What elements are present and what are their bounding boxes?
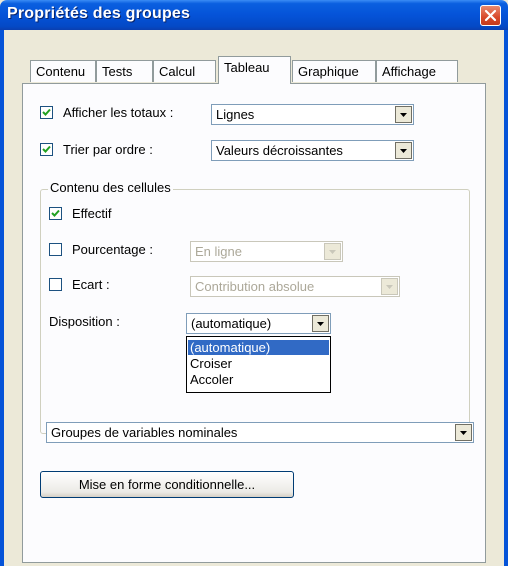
select-value: En ligne <box>195 244 242 259</box>
chevron-down-icon <box>460 431 467 435</box>
cell-content-group <box>40 189 470 434</box>
select-value: Lignes <box>216 107 255 122</box>
tab-label: Tests <box>102 64 133 79</box>
select-value: Valeurs décroissantes <box>216 143 343 158</box>
ecart-label: Ecart : <box>72 277 110 292</box>
tab-affichage[interactable]: Affichage <box>376 60 458 82</box>
disposition-dropdown-list: (automatique) Croiser Accoler <box>186 336 331 393</box>
dropdown-option-accoler[interactable]: Accoler <box>188 372 329 387</box>
afficher-totaux-select[interactable]: Lignes <box>211 104 414 125</box>
chevron-down-icon <box>400 149 407 153</box>
check-icon <box>51 209 60 217</box>
tab-calcul[interactable]: Calcul <box>153 60 216 82</box>
select-arrow-button[interactable] <box>324 243 341 260</box>
effectif-checkbox[interactable] <box>49 207 62 220</box>
dropdown-option-automatique[interactable]: (automatique) <box>188 340 329 355</box>
check-icon <box>42 108 51 116</box>
tab-label: Calcul <box>159 64 196 79</box>
tab-label: Graphique <box>298 64 359 79</box>
tab-label: Affichage <box>382 64 436 79</box>
select-arrow-button[interactable] <box>395 142 412 159</box>
pourcentage-label: Pourcentage : <box>72 242 153 257</box>
conditional-format-button[interactable]: Mise en forme conditionnelle... <box>40 471 294 498</box>
select-value: (automatique) <box>191 316 272 331</box>
dropdown-option-croiser[interactable]: Croiser <box>188 356 329 371</box>
ecart-select[interactable]: Contribution absolue <box>190 276 400 297</box>
effectif-label: Effectif <box>72 206 112 221</box>
check-icon <box>42 145 51 153</box>
cell-content-title: Contenu des cellules <box>48 180 173 195</box>
select-arrow-button[interactable] <box>381 278 398 295</box>
afficher-totaux-checkbox[interactable] <box>40 106 53 119</box>
select-value: Groupes de variables nominales <box>51 425 238 440</box>
title-bar: Propriétés des groupes <box>0 0 508 30</box>
trier-ordre-label: Trier par ordre : <box>63 142 153 157</box>
tab-contenu[interactable]: Contenu <box>30 60 96 82</box>
window-frame-left <box>0 30 4 566</box>
disposition-select[interactable]: (automatique) <box>186 313 331 334</box>
close-icon <box>484 9 497 22</box>
pourcentage-select[interactable]: En ligne <box>190 241 343 262</box>
groupes-variables-select[interactable]: Groupes de variables nominales <box>46 422 474 443</box>
chevron-down-icon <box>329 250 336 254</box>
trier-ordre-select[interactable]: Valeurs décroissantes <box>211 140 414 161</box>
chevron-down-icon <box>400 113 407 117</box>
tab-label: Contenu <box>36 64 86 79</box>
select-arrow-button[interactable] <box>312 315 329 332</box>
select-value: Contribution absolue <box>195 279 315 294</box>
tab-label: Tableau <box>224 60 270 75</box>
select-arrow-button[interactable] <box>395 106 412 123</box>
close-button[interactable] <box>480 5 501 26</box>
tab-tableau[interactable]: Tableau <box>218 56 291 84</box>
chevron-down-icon <box>317 322 324 326</box>
chevron-down-icon <box>386 285 393 289</box>
tab-graphique[interactable]: Graphique <box>292 60 376 82</box>
pourcentage-checkbox[interactable] <box>49 243 62 256</box>
trier-ordre-checkbox[interactable] <box>40 143 53 156</box>
ecart-checkbox[interactable] <box>49 278 62 291</box>
window-frame-right <box>504 30 508 566</box>
disposition-label: Disposition : <box>49 314 120 329</box>
select-arrow-button[interactable] <box>455 424 472 441</box>
afficher-totaux-label: Afficher les totaux : <box>63 105 174 120</box>
tab-tests[interactable]: Tests <box>96 60 153 82</box>
window-title: Propriétés des groupes <box>7 5 191 22</box>
